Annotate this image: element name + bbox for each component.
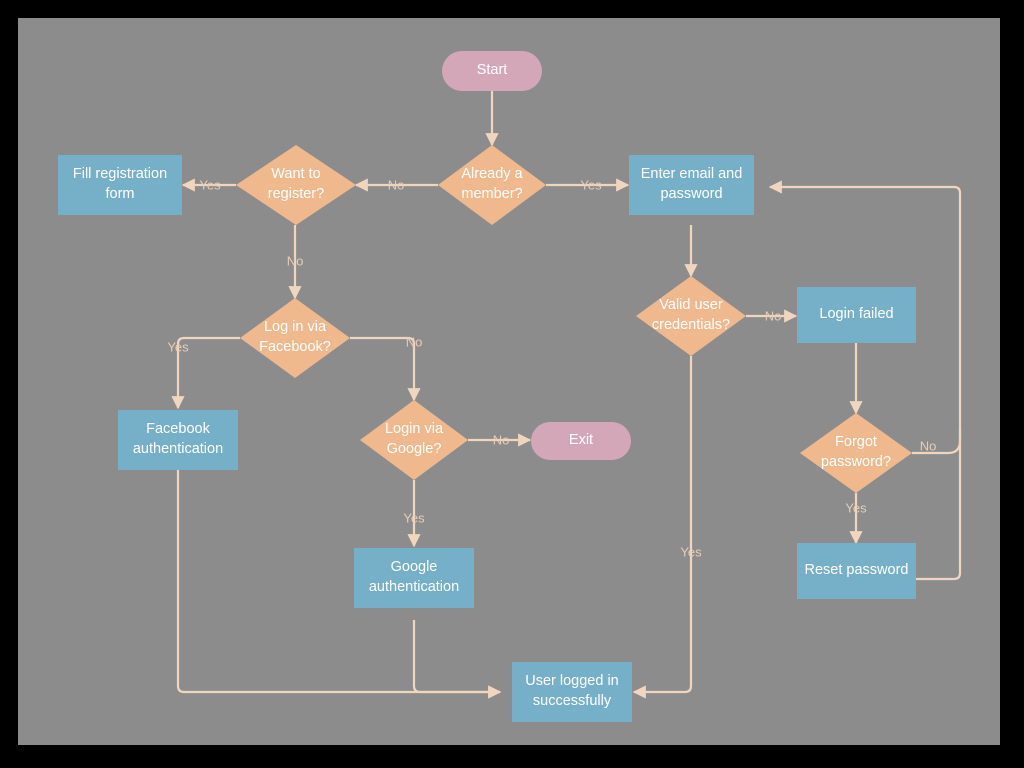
node-forgot-password-label: Forgot password?: [820, 434, 892, 470]
node-fill-registration-form[interactable]: Fill registration form: [58, 155, 182, 215]
edge-label-google-yes: Yes: [403, 510, 425, 526]
edge-resetpw-return: [768, 180, 962, 581]
node-login-failed[interactable]: Login failed: [797, 287, 916, 343]
edge-label-validcred-yes: Yes: [680, 544, 702, 560]
flowchart-edges: Want to register? --> Enter email and pa…: [171, 91, 962, 699]
node-log-in-via-facebook-label: Log in via Facebook?: [259, 319, 331, 355]
node-start[interactable]: Start: [442, 51, 542, 91]
node-fill-registration-form-label: Fill registration form: [72, 166, 168, 202]
edge-label-forgot-yes: Yes: [845, 500, 867, 516]
node-login-failed-label: Login failed: [819, 306, 894, 323]
edge-label-wantreg-no: No: [286, 253, 304, 269]
node-login-via-google-label: Login via Google?: [384, 421, 444, 457]
edge-label-forgot-no: No: [919, 438, 937, 454]
edge-label-fb-no: No: [405, 334, 423, 350]
node-already-a-member[interactable]: Already a member?: [438, 145, 546, 225]
edge-label-already-yes: Yes: [580, 177, 602, 193]
edge-label-wantreg-yes: Yes: [199, 177, 221, 193]
node-exit[interactable]: Exit: [531, 422, 631, 460]
edge-label-validcred-no: No: [764, 308, 782, 324]
node-log-in-via-facebook[interactable]: Log in via Facebook?: [240, 298, 350, 378]
node-exit-label: Exit: [568, 432, 594, 449]
node-enter-email-and-password-label: Enter email and password: [640, 166, 743, 202]
node-reset-password-label: Reset password: [804, 562, 909, 579]
flowchart-canvas[interactable]: Want to register? --> Enter email and pa…: [18, 18, 1000, 745]
node-reset-password[interactable]: Reset password: [797, 543, 916, 599]
node-enter-email-and-password[interactable]: Enter email and password: [629, 155, 754, 215]
edge-label-already-no: No: [387, 177, 405, 193]
node-google-authentication[interactable]: Google authentication: [354, 548, 474, 608]
node-google-authentication-label: Google authentication: [368, 559, 460, 595]
edge-fb-no: [350, 336, 421, 402]
node-valid-user-credentials[interactable]: Valid user credentials?: [636, 276, 746, 356]
node-already-a-member-label: Already a member?: [461, 166, 523, 202]
node-valid-user-credentials-label: Valid user credentials?: [651, 297, 731, 333]
node-facebook-authentication-label: Facebook authentication: [132, 421, 224, 457]
node-user-logged-in-successfully-label: User logged in successfully: [525, 673, 619, 709]
node-login-via-google[interactable]: Login via Google?: [360, 400, 468, 480]
edge-label-fb-yes: Yes: [167, 339, 189, 355]
node-start-label: Start: [476, 62, 508, 79]
node-want-to-register[interactable]: Want to register?: [236, 145, 356, 225]
node-forgot-password[interactable]: Forgot password?: [800, 413, 912, 493]
edge-validcred-yes: [632, 356, 693, 699]
edge-googleauth-to-success: [412, 620, 502, 699]
node-want-to-register-label: Want to register?: [267, 166, 325, 202]
node-facebook-authentication[interactable]: Facebook authentication: [118, 410, 238, 470]
screenshot-root: Want to register? --> Enter email and pa…: [0, 0, 1024, 768]
edge-label-google-no: No: [492, 432, 510, 448]
node-user-logged-in-successfully[interactable]: User logged in successfully: [512, 662, 632, 722]
